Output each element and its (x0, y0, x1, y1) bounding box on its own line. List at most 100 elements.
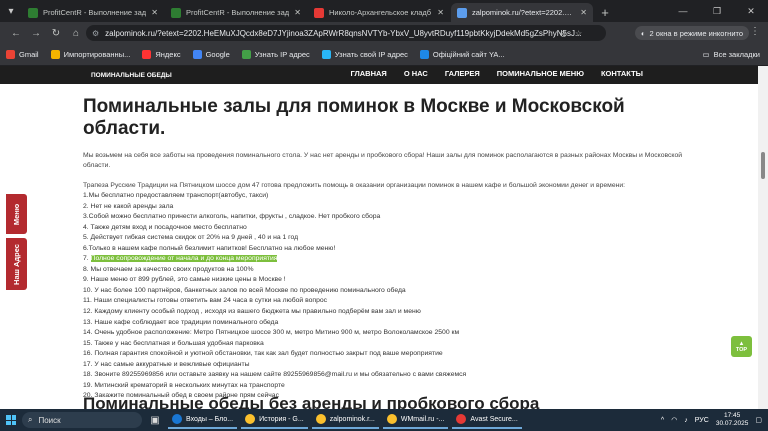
lead-paragraph: Трапеза Русские Традиции на Пятницком шо… (83, 182, 626, 189)
taskbar-search[interactable]: ⌕ Поиск (22, 412, 142, 428)
language-indicator[interactable]: РУС (695, 417, 709, 424)
bookmark-item[interactable]: Офіційний сайт YA... (419, 50, 505, 59)
close-window-button[interactable]: ✕ (734, 0, 768, 22)
tab-search-icon[interactable]: ▾ (0, 0, 22, 22)
app-label: Avast Secure... (470, 415, 518, 423)
tab-close-icon[interactable]: ✕ (294, 8, 301, 17)
list-item: 3.Собой можно бесплатно принести алкогол… (83, 213, 381, 221)
bookmark-item[interactable]: Gmail (6, 50, 39, 59)
scroll-top-button[interactable]: ▲ TOP (731, 336, 752, 357)
tab-close-icon[interactable]: ✕ (580, 8, 587, 17)
tab-close-icon[interactable]: ✕ (151, 8, 158, 17)
bookmark-favicon-icon (241, 50, 251, 59)
bookmarks-list: Gmail Импортированны... Яндекс Google Узнать… (6, 50, 505, 59)
minimize-button[interactable]: — (666, 0, 700, 22)
site-menu-item[interactable]: О НАС (404, 69, 428, 78)
forward-button[interactable]: → (26, 28, 46, 39)
app-icon (386, 414, 397, 424)
taskbar-app[interactable]: Avast Secure... (452, 411, 522, 429)
bookmark-item[interactable]: Яндекс (142, 50, 181, 59)
app-label: История - G... (259, 415, 304, 423)
app-label: WMmail.ru -... (400, 415, 445, 423)
os-taskbar: ⌕ Поиск ▣ Входы – Бло... История - G... za… (0, 409, 768, 431)
app-label: Входы – Бло... (186, 415, 234, 423)
site-menu-item[interactable]: ГАЛЕРЕЯ (445, 69, 480, 78)
site-navbar: ПОМИНАЛЬНЫЕ ОБЕДЫ ГЛАВНАЯ О НАС ГАЛЕРЕЯ ПОМ… (0, 66, 758, 84)
star-icon[interactable]: ☆ (575, 29, 582, 38)
browser-tab[interactable]: zalpominok.ru/?etext=2202.HeM ✕ (451, 3, 593, 22)
page-scrollbar[interactable] (758, 66, 768, 409)
tab-favicon-icon (457, 7, 467, 18)
tab-title: Николо-Архангельское кладб (329, 8, 432, 17)
url-text: zalpominok.ru/?etext=2202.HeEMuXJQcdx8eD… (105, 28, 582, 38)
bookmark-item[interactable]: Импортированны... (50, 50, 131, 59)
bookmark-label: Gmail (19, 50, 39, 59)
tray-chevron-icon[interactable]: ^ (661, 417, 664, 424)
taskbar-app[interactable]: WMmail.ru -... (382, 411, 449, 429)
side-menu-label: Меню (12, 203, 22, 225)
tab-favicon-icon (314, 7, 324, 18)
tab-title: zalpominok.ru/?etext=2202.HeM (472, 8, 577, 17)
browser-tab[interactable]: Николо-Архангельское кладб ✕ (308, 3, 450, 22)
list-item: 19. Митинский крематорий в нескольких ми… (83, 381, 285, 389)
tab-close-icon[interactable]: ✕ (437, 8, 444, 17)
maximize-button[interactable]: ❐ (700, 0, 734, 22)
browser-tab[interactable]: ProfitCentR - Выполнение зад ✕ (165, 3, 307, 22)
bookmark-label: Импортированны... (63, 50, 131, 59)
bookmark-item[interactable]: Google (192, 50, 230, 59)
wifi-icon[interactable]: ◠ (671, 416, 677, 424)
bookmark-label: Узнать IP адрес (254, 50, 310, 59)
bookmark-item[interactable]: Узнать IP адрес (241, 50, 310, 59)
bookmark-favicon-icon (192, 50, 202, 59)
list-item: 9. Наше меню от 899 рублей, это самые ни… (83, 276, 286, 284)
start-button[interactable] (0, 415, 22, 425)
list-item: 16. Полная гарантия спокойной и уютной о… (83, 350, 443, 358)
site-menu-item[interactable]: КОНТАКТЫ (601, 69, 643, 78)
taskbar-app[interactable]: История - G... (241, 411, 308, 429)
benefits-list: 1.Мы бесплатно предоставляем транспорт(а… (83, 191, 683, 402)
reload-button[interactable]: ↻ (46, 28, 66, 39)
bookmark-item[interactable]: Узнать свой IP адрес (321, 50, 408, 59)
bookmark-label: Google (205, 50, 230, 59)
list-block-1: 1.Мы бесплатно предоставляем транспорт(а… (83, 191, 683, 254)
clock[interactable]: 17:45 30.07.2025 (716, 412, 749, 428)
highlighted-text: Полное сопровождение от начала и до конц… (90, 255, 278, 263)
all-bookmarks-button[interactable]: ▭ Все закладки (703, 50, 760, 59)
site-info-icon[interactable]: ⚙ (92, 29, 99, 38)
tab-strip: ▾ ProfitCentR - Выполнение зад ✕ ProfitCen… (0, 0, 768, 22)
scrollbar-thumb[interactable] (761, 152, 765, 179)
new-tab-button[interactable]: + (594, 3, 616, 22)
site-menu-item[interactable]: ПОМИНАЛЬНОЕ МЕНЮ (497, 69, 584, 78)
list-item: 14. Очень удобное расположение: Метро Пя… (83, 329, 460, 337)
app-icon (245, 414, 256, 424)
volume-icon[interactable]: ♪ (684, 417, 688, 424)
list-item: 18. Звоните 89255969856 или оставьте зая… (83, 371, 467, 379)
all-bookmarks-label: Все закладки (713, 50, 760, 59)
clock-time: 17:45 (723, 412, 741, 419)
bookmark-label: Узнать свой IP адрес (334, 50, 408, 59)
list-item-number: 7. (83, 255, 89, 263)
side-address-tab[interactable]: Наш Адрес (6, 238, 27, 290)
folder-icon: ▭ (702, 50, 710, 59)
taskbar-app[interactable]: Входы – Бло... (168, 411, 238, 429)
incognito-label: 2 окна в режиме инкогнито (649, 28, 744, 38)
taskbar-app[interactable]: zalpominok.r... (311, 411, 379, 429)
address-bar[interactable]: ⚙ zalpominok.ru/?etext=2202.HeEMuXJQcdx8… (86, 25, 606, 41)
incognito-badge[interactable]: ◐ 2 окна в режиме инкогнито (635, 26, 750, 40)
site-menu-item[interactable]: ГЛАВНАЯ (350, 69, 386, 78)
tab-title: ProfitCentR - Выполнение зад (186, 8, 290, 17)
eye-off-icon[interactable]: ◎ (560, 29, 567, 38)
browser-menu-icon[interactable]: ⋮ (750, 26, 760, 37)
side-menu-tab[interactable]: Меню (6, 194, 27, 234)
site-logo[interactable]: ПОМИНАЛЬНЫЕ ОБЕДЫ (91, 72, 172, 79)
browser-tab[interactable]: ProfitCentR - Выполнение зад ✕ (22, 3, 164, 22)
list-item: 1.Мы бесплатно предоставляем транспорт(а… (83, 192, 269, 199)
list-item: 6.Только в нашем кафе полный безлимит на… (83, 244, 336, 252)
list-item: 12. Каждому клиенту особый подход , исхо… (83, 308, 421, 316)
home-button[interactable]: ⌂ (66, 28, 86, 39)
page-title: Поминальные залы для поминок в Москве и … (83, 96, 625, 139)
task-view-icon[interactable]: ▣ (146, 411, 164, 429)
back-button[interactable]: ← (6, 28, 26, 39)
notifications-icon[interactable]: ▢ (755, 416, 762, 424)
section-heading: Поминальные обеды без аренды и пробковог… (83, 394, 540, 409)
